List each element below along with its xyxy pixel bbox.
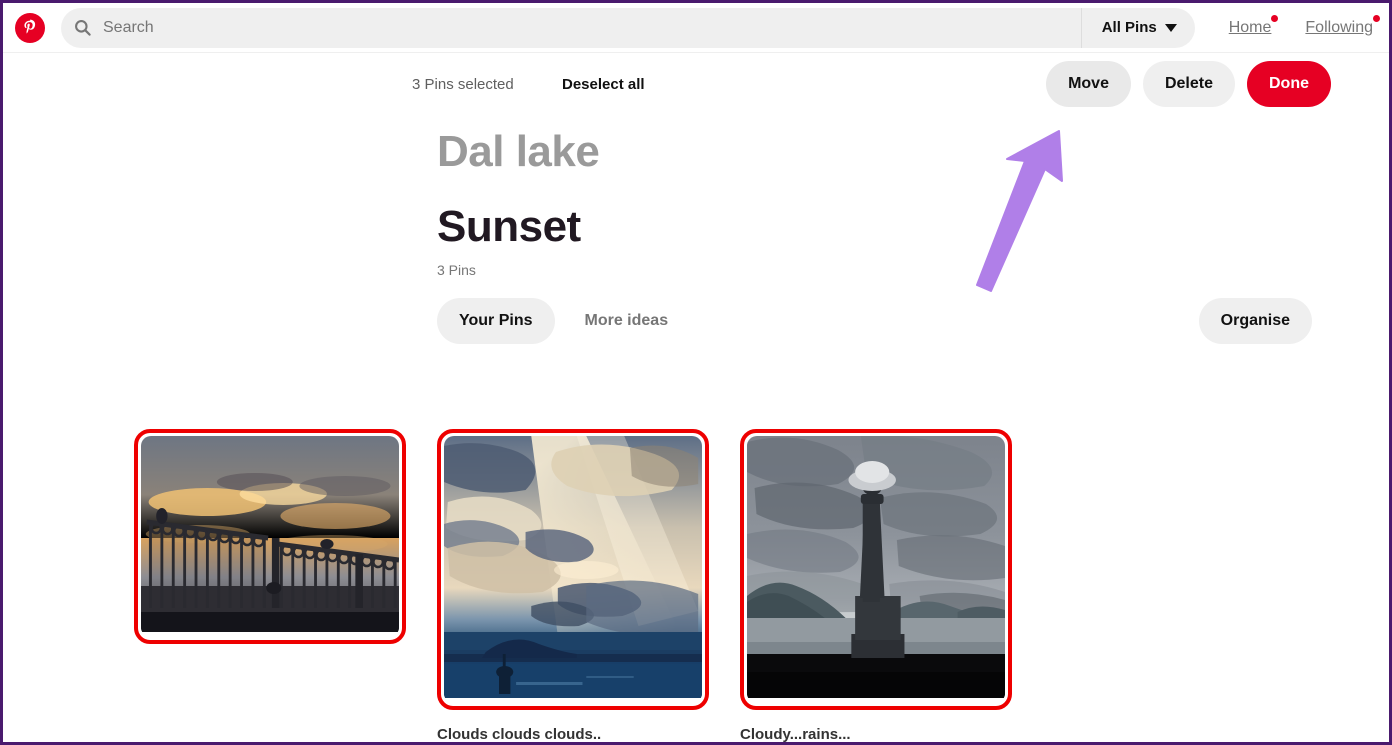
pin-grid: Clouds clouds clouds.. Cloudy...rains...	[134, 429, 1012, 743]
pin-caption: Clouds clouds clouds..	[437, 726, 602, 743]
all-pins-filter-dropdown[interactable]: All Pins	[1080, 7, 1195, 48]
pin-selected-frame	[437, 429, 709, 710]
tab-your-pins[interactable]: Your Pins	[437, 297, 555, 344]
deselect-all-button[interactable]: Deselect all	[562, 76, 645, 93]
search-bar[interactable]: All Pins	[61, 7, 1195, 48]
pin-selected-frame	[134, 429, 406, 644]
selected-pins-count: 3 Pins selected	[412, 75, 514, 93]
board-tabs: Your Pins More ideas	[437, 297, 691, 344]
search-input[interactable]	[103, 7, 1081, 48]
pin-image-clouds-sunbeams	[444, 436, 702, 703]
pinterest-logo-icon[interactable]	[15, 12, 45, 43]
pin-card[interactable]: Cloudy...rains...	[740, 429, 1012, 743]
selection-toolbar: 3 Pins selected Deselect all Move Delete…	[3, 53, 1389, 115]
pin-image-lamppost-cloudy	[747, 436, 1005, 703]
organise-button[interactable]: Organise	[1198, 297, 1312, 344]
home-notification-badge	[1271, 14, 1279, 22]
pin-image-sunset-fence	[141, 436, 399, 637]
nav-link-home[interactable]: Home	[1228, 14, 1279, 37]
all-pins-label: All Pins	[1101, 19, 1157, 36]
browser-viewport: All Pins Home Following 3 Pins selected …	[0, 0, 1392, 745]
board-heading: Dal lake Sunset 3 Pins	[3, 115, 1389, 278]
search-icon	[61, 18, 103, 37]
page-title: Sunset	[437, 202, 581, 252]
app-header: All Pins Home Following	[3, 3, 1389, 53]
board-pin-count: 3 Pins	[437, 261, 476, 278]
pin-card[interactable]	[134, 429, 406, 660]
done-button[interactable]: Done	[1247, 61, 1331, 107]
pin-selected-frame	[740, 429, 1012, 710]
chevron-down-icon	[1164, 23, 1177, 32]
nav-following-label: Following	[1305, 18, 1373, 36]
move-button[interactable]: Move	[1046, 61, 1131, 107]
bulk-actions-group: Move Delete Done	[1046, 61, 1331, 107]
delete-button[interactable]: Delete	[1142, 61, 1235, 107]
board-tabs-row: Your Pins More ideas Organise	[3, 297, 1389, 348]
following-notification-badge	[1373, 14, 1380, 22]
pin-caption: Cloudy...rains...	[740, 726, 851, 743]
nav-home-label: Home	[1228, 18, 1272, 36]
nav-link-following[interactable]: Following	[1305, 14, 1380, 37]
tab-more-ideas[interactable]: More ideas	[563, 298, 691, 344]
breadcrumb-parent-board[interactable]: Dal lake	[437, 127, 600, 176]
pin-card[interactable]: Clouds clouds clouds..	[437, 429, 709, 743]
